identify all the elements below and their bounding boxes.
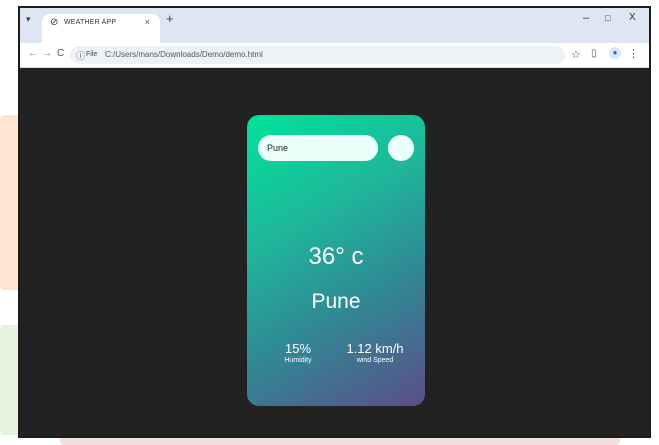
info-icon[interactable]: ⓘ	[76, 49, 85, 62]
window-close-button[interactable]: X	[629, 12, 636, 23]
side-panel-icon[interactable]: ▯	[591, 48, 597, 59]
address-bar[interactable]: ⓘ File C:/Users/mans/Downloads/Demo/demo…	[70, 46, 565, 64]
wind-value: 1.12 km/h	[346, 341, 404, 356]
window-maximize-button[interactable]: □	[605, 13, 610, 23]
temperature: 36° c	[308, 243, 364, 270]
page-content: 36° c Pune 15% Humidity 1.12 km/h wind S…	[20, 68, 649, 436]
browser-window: ▾ ⊘ WEATHER APP × + – □ X ← → C ⓘ File C…	[18, 6, 651, 438]
menu-icon[interactable]: ⋮	[628, 47, 639, 60]
file-chip: File	[86, 51, 98, 58]
profile-icon[interactable]: ●	[609, 47, 621, 59]
city-search-input[interactable]	[258, 135, 378, 161]
humidity-value: 15%	[284, 341, 312, 356]
url-text[interactable]: C:/Users/mans/Downloads/Demo/demo.html	[105, 50, 263, 59]
tab-search-icon[interactable]: ▾	[26, 14, 31, 25]
reload-icon[interactable]: C	[57, 48, 64, 59]
city-name: Pune	[311, 290, 361, 313]
weather-card: 36° c Pune 15% Humidity 1.12 km/h wind S…	[247, 115, 425, 406]
wind-stat: 1.12 km/h wind Speed	[343, 341, 407, 364]
tab-title: WEATHER APP	[64, 19, 117, 26]
browser-tab[interactable]: ⊘ WEATHER APP ×	[42, 14, 160, 43]
star-icon[interactable]: ☆	[571, 48, 581, 61]
tab-strip: ▾ ⊘ WEATHER APP × + – □ X	[20, 8, 649, 43]
wind-label: wind Speed	[356, 357, 394, 364]
humidity-stat: 15% Humidity	[277, 341, 319, 364]
back-icon[interactable]: ←	[28, 48, 38, 59]
forward-icon[interactable]: →	[42, 48, 52, 59]
humidity-label: Humidity	[284, 357, 312, 364]
search-button[interactable]	[388, 135, 414, 161]
browser-toolbar: ← → C ⓘ File C:/Users/mans/Downloads/Dem…	[20, 43, 649, 68]
tab-favicon-icon: ⊘	[50, 17, 59, 28]
tab-close-icon[interactable]: ×	[145, 17, 150, 27]
window-minimize-button[interactable]: –	[583, 12, 589, 24]
new-tab-button[interactable]: +	[166, 11, 174, 26]
